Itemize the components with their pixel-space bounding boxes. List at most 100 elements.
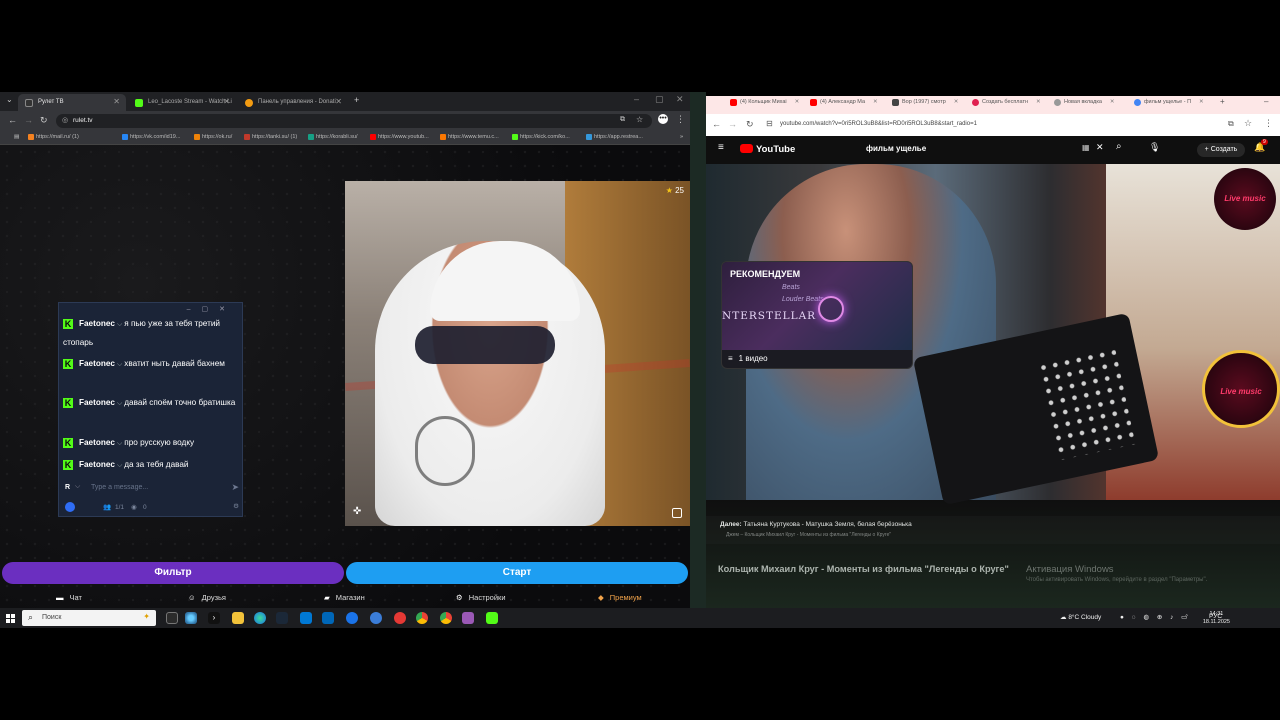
bookmark-star-icon[interactable]: ☆ <box>636 115 643 124</box>
nav-shop[interactable]: ▰ Магазин <box>324 593 365 602</box>
more-bookmarks-icon[interactable]: » <box>672 134 683 140</box>
steam-icon[interactable] <box>276 612 288 624</box>
forward-icon[interactable]: → <box>24 115 33 125</box>
tab-newtab[interactable]: Новая вкладка ✕ <box>1054 99 1115 106</box>
chevron-down-icon[interactable]: ⌵ <box>75 483 80 491</box>
chat-input[interactable]: R ⌵ Type a message... ➤ <box>63 481 241 497</box>
chat-username[interactable]: Faetonec <box>79 319 115 328</box>
chat-avatar[interactable]: R <box>65 484 70 491</box>
nav-settings[interactable]: ⚙ Настройки <box>456 593 506 602</box>
taskbar-search[interactable]: ⌕ Поиск ✦ <box>22 610 156 626</box>
chat-username[interactable]: Faetonec <box>79 460 115 469</box>
store-icon[interactable] <box>300 612 312 624</box>
bookmark-vk[interactable]: https://vk.com/id19... <box>122 134 180 140</box>
tab-youtube-2[interactable]: (4) Александр Ма ✕ <box>810 99 878 106</box>
chat-username[interactable]: Faetonec <box>79 438 115 447</box>
mail-icon[interactable] <box>322 612 334 624</box>
yandex-icon[interactable] <box>394 612 406 624</box>
search-input[interactable]: фильм ущелье <box>866 144 926 153</box>
install-icon[interactable]: ⧉ <box>1228 119 1234 129</box>
close-icon[interactable]: ✕ <box>113 97 120 106</box>
browser-icon[interactable] <box>346 612 358 624</box>
bookmark-youtube[interactable]: https://www.youtub... <box>370 134 429 140</box>
tab-search[interactable]: фильм ущелье - П ✕ <box>1134 99 1204 106</box>
menu-icon[interactable]: ⋮ <box>1264 118 1273 129</box>
hamburger-icon[interactable]: ≡ <box>718 142 724 153</box>
nav-premium[interactable]: ◆ Премиум <box>598 593 642 602</box>
chrome-icon[interactable] <box>416 612 428 624</box>
bookmark-ok[interactable]: https://ok.ru/ <box>194 134 232 140</box>
close-window-icon[interactable]: ✕ <box>676 94 684 105</box>
tab-donation[interactable]: Панель управления - Donati ✕ <box>238 94 348 111</box>
tray-icons[interactable]: ● ◌ ◍ ⊕ ♪ ▭ <box>1120 613 1190 621</box>
youtube-logo[interactable]: YouTube <box>740 144 795 155</box>
clock[interactable]: 14:31 18.11.2025 <box>1203 610 1230 626</box>
bookmark-temu[interactable]: https://www.temu.c... <box>440 134 499 140</box>
chrome-icon-2[interactable] <box>440 612 452 624</box>
search-icon[interactable]: ⌕ <box>1116 141 1122 152</box>
obs-icon[interactable] <box>462 612 474 624</box>
new-tab-icon[interactable]: + <box>354 95 359 105</box>
bookmark-korabli[interactable]: https://korabli.su/ <box>308 134 358 140</box>
menu-icon[interactable]: ⋮ <box>676 114 685 125</box>
new-tab-icon[interactable]: + <box>1210 97 1225 106</box>
terminal-icon[interactable]: › <box>208 612 220 624</box>
close-icon[interactable]: ✕ <box>223 97 230 106</box>
youtube-video-player[interactable]: Live music Live music РЕКОМЕНДУЕМ Beats L… <box>706 164 1280 506</box>
tab-create[interactable]: Создать бесплатн ✕ <box>972 99 1041 106</box>
edge-icon[interactable] <box>254 612 266 624</box>
task-view-icon[interactable] <box>166 612 178 624</box>
nav-chat[interactable]: ▬ Чат <box>56 593 82 602</box>
minimize-icon[interactable]: – <box>1254 97 1268 106</box>
bookmark-kick[interactable]: https://kick.com/ko... <box>512 134 570 140</box>
bookmark-mail[interactable]: https://mail.ru/ (1) <box>28 134 79 140</box>
settings-badge-icon[interactable] <box>65 502 75 512</box>
tray-overflow-icon[interactable]: ⌃ <box>1184 613 1189 621</box>
tab-movie[interactable]: Вор (1997) смотр ✕ <box>892 99 958 106</box>
back-icon[interactable]: ← <box>712 119 721 129</box>
fullscreen-icon[interactable] <box>672 508 682 518</box>
start-icon[interactable] <box>6 614 15 623</box>
chat-username[interactable]: Faetonec <box>79 398 115 407</box>
send-icon[interactable]: ➤ <box>231 482 239 493</box>
tab-search-icon[interactable]: ⌄ <box>6 95 13 104</box>
filter-button[interactable]: Фильтр <box>2 562 344 584</box>
reload-icon[interactable]: ↻ <box>40 115 48 126</box>
up-next-bar[interactable]: Далее: Татьяна Куртукова - Матушка Земля… <box>706 516 1280 544</box>
url-field[interactable]: ◎ rulet.tv ⧉ ☆ <box>56 114 652 128</box>
chat-username[interactable]: Faetonec <box>79 359 115 368</box>
profile-icon[interactable]: ••• <box>658 114 668 124</box>
site-info-icon[interactable]: ⊟ <box>766 119 773 128</box>
gift-icon[interactable]: ✜ <box>353 506 365 518</box>
tab-rulet[interactable]: Рулет ТВ ✕ <box>18 94 126 111</box>
start-button[interactable]: Старт <box>346 562 688 584</box>
chat-window-controls[interactable]: –▢✕ <box>187 305 236 313</box>
bookmarks-menu-icon[interactable]: ▤ <box>6 134 19 140</box>
tab-youtube-1[interactable]: (4) Кольщик Михаі ✕ <box>730 99 799 106</box>
forward-icon[interactable]: → <box>728 119 737 129</box>
tab-kick[interactable]: Leo_Lacoste Stream - Watch Li ✕ <box>128 94 236 111</box>
back-icon[interactable]: ← <box>8 115 17 125</box>
kick-app-icon[interactable] <box>486 612 498 624</box>
file-explorer-icon[interactable] <box>232 612 244 624</box>
bookmark-tanki[interactable]: https://tanki.su/ (1) <box>244 134 297 140</box>
minimize-icon[interactable]: – <box>634 94 639 104</box>
create-button[interactable]: + Создать <box>1197 143 1245 157</box>
nav-friends[interactable]: ☺ Друзья <box>188 593 226 602</box>
app-icon[interactable] <box>185 612 197 624</box>
bookmark-restream[interactable]: https://app.restrea... <box>586 134 643 140</box>
clear-search-icon[interactable]: ✕ <box>1096 142 1104 153</box>
recommended-card[interactable]: РЕКОМЕНДУЕМ Beats Louder Beats NTERSTELLA… <box>721 261 913 369</box>
maximize-icon[interactable]: ▢ <box>655 94 664 105</box>
gear-icon[interactable]: ⚙ <box>233 502 239 510</box>
app-icon-2[interactable] <box>370 612 382 624</box>
weather-widget[interactable]: ☁ 8°C Cloudy <box>1060 613 1101 621</box>
keyboard-icon[interactable]: ▦ <box>1082 143 1090 152</box>
url-text[interactable]: youtube.com/watch?v=0ri5ROL3uB8&list=RD0… <box>780 121 977 127</box>
install-icon[interactable]: ⧉ <box>620 116 625 124</box>
microphone-icon[interactable]: 🎙 <box>1149 142 1160 153</box>
close-icon[interactable]: ✕ <box>335 97 342 106</box>
reload-icon[interactable]: ↻ <box>746 119 754 130</box>
site-info-icon[interactable]: ◎ <box>62 116 68 124</box>
bookmark-star-icon[interactable]: ☆ <box>1244 118 1252 129</box>
